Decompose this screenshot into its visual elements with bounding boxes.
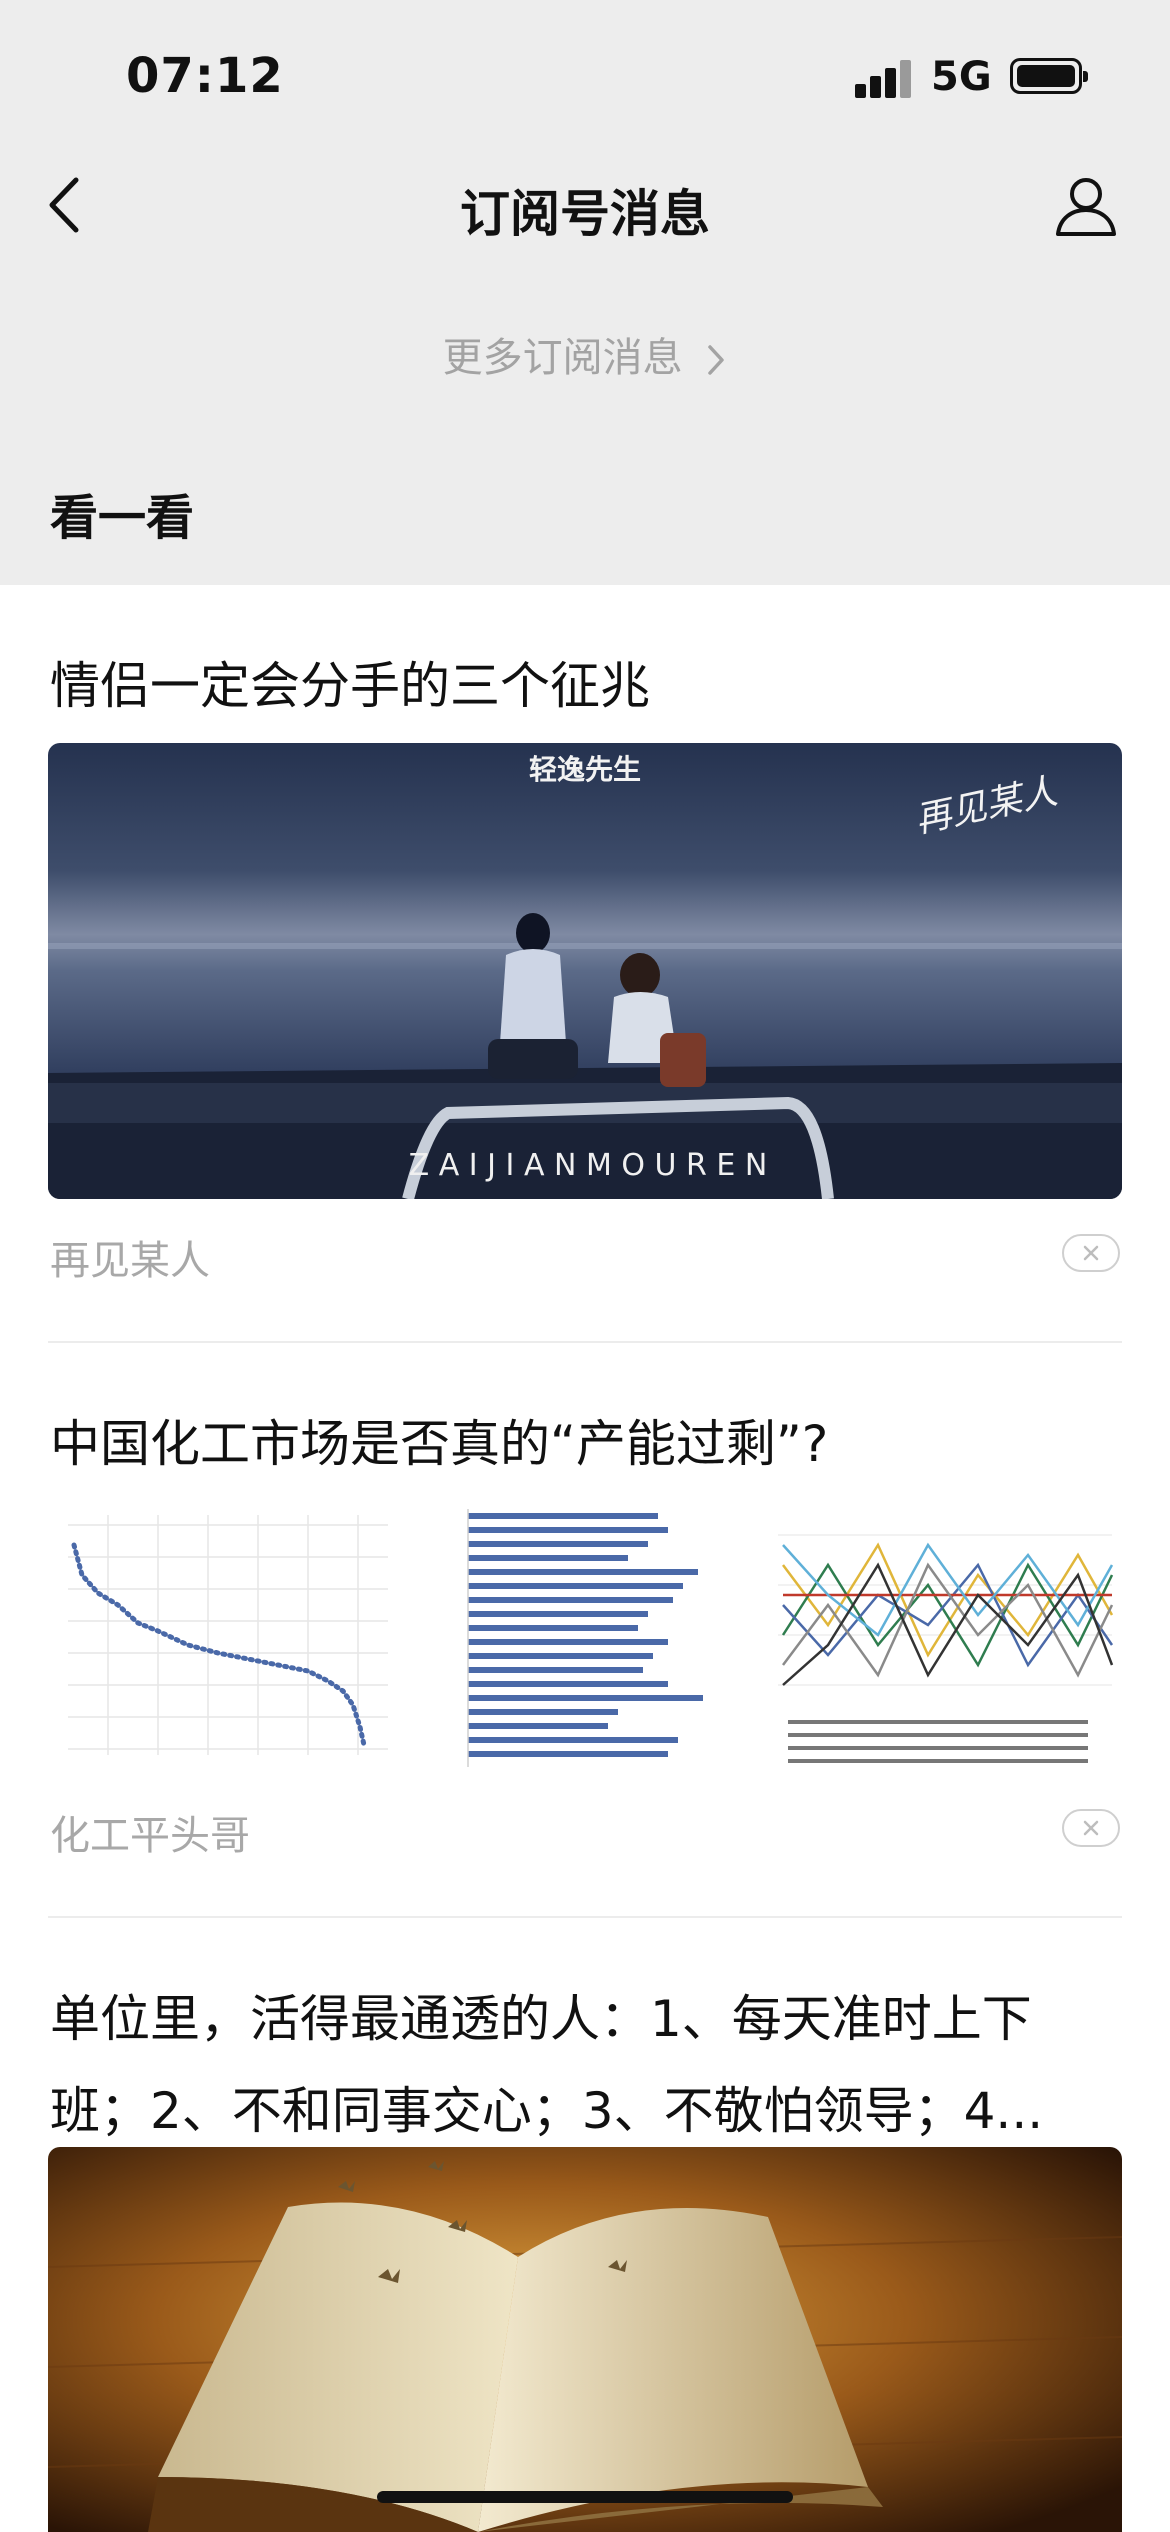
chevron-right-icon xyxy=(708,345,725,375)
home-indicator[interactable] xyxy=(377,2491,793,2503)
profile-button[interactable] xyxy=(1050,170,1122,242)
status-time: 07:12 xyxy=(126,48,284,104)
article-image-couple[interactable]: 轻逸先生 Z A I J I A N M O U R E N 再见某人 xyxy=(48,743,1122,1199)
article-title[interactable]: 情侣一定会分手的三个征兆 xyxy=(50,640,1120,732)
close-icon xyxy=(1083,1245,1099,1261)
section-title: 看一看 xyxy=(50,490,195,546)
article-title[interactable]: 单位里，活得最通透的人：1、每天准时上下 班；2、不和同事交心；3、不敬怕领导；… xyxy=(50,1973,1120,2157)
person-icon xyxy=(1056,178,1116,236)
more-subscriptions-link[interactable]: 更多订阅消息 xyxy=(0,325,1170,383)
article-title-line-2: 班；2、不和同事交心；3、不敬怕领导；4... xyxy=(50,2082,1044,2140)
article-source[interactable]: 再见某人 xyxy=(50,1228,210,1286)
page-title: 订阅号消息 xyxy=(460,185,710,243)
status-bar: 07:12 5G xyxy=(0,0,1170,150)
battery-full-icon xyxy=(1010,58,1088,94)
close-icon xyxy=(1083,1820,1099,1836)
article-image-charts[interactable] xyxy=(48,1505,1122,1771)
article-source[interactable]: 化工平头哥 xyxy=(50,1803,250,1861)
image-caption-bottom: Z A I J I A N M O U R E N xyxy=(409,1148,768,1183)
chart-thumbnails xyxy=(48,1505,1122,1771)
network-label: 5G xyxy=(931,54,992,100)
divider xyxy=(48,1916,1122,1918)
article-image-book[interactable] xyxy=(48,2147,1122,2532)
more-subscriptions-label: 更多订阅消息 xyxy=(442,335,683,381)
article-title-line-1: 单位里，活得最通透的人：1、每天准时上下 xyxy=(50,1990,1032,2048)
article-title[interactable]: 中国化工市场是否真的“产能过剩”? xyxy=(50,1398,1120,1490)
dismiss-button[interactable] xyxy=(1062,1234,1120,1272)
open-book-image xyxy=(48,2147,1122,2532)
nav-bar: 订阅号消息 xyxy=(0,150,1170,260)
dismiss-button[interactable] xyxy=(1062,1809,1120,1847)
image-caption-top: 轻逸先生 xyxy=(529,753,641,786)
divider xyxy=(48,1341,1122,1343)
couple-sea-image: 轻逸先生 Z A I J I A N M O U R E N 再见某人 xyxy=(48,743,1122,1199)
signal-bars-icon xyxy=(855,58,915,98)
